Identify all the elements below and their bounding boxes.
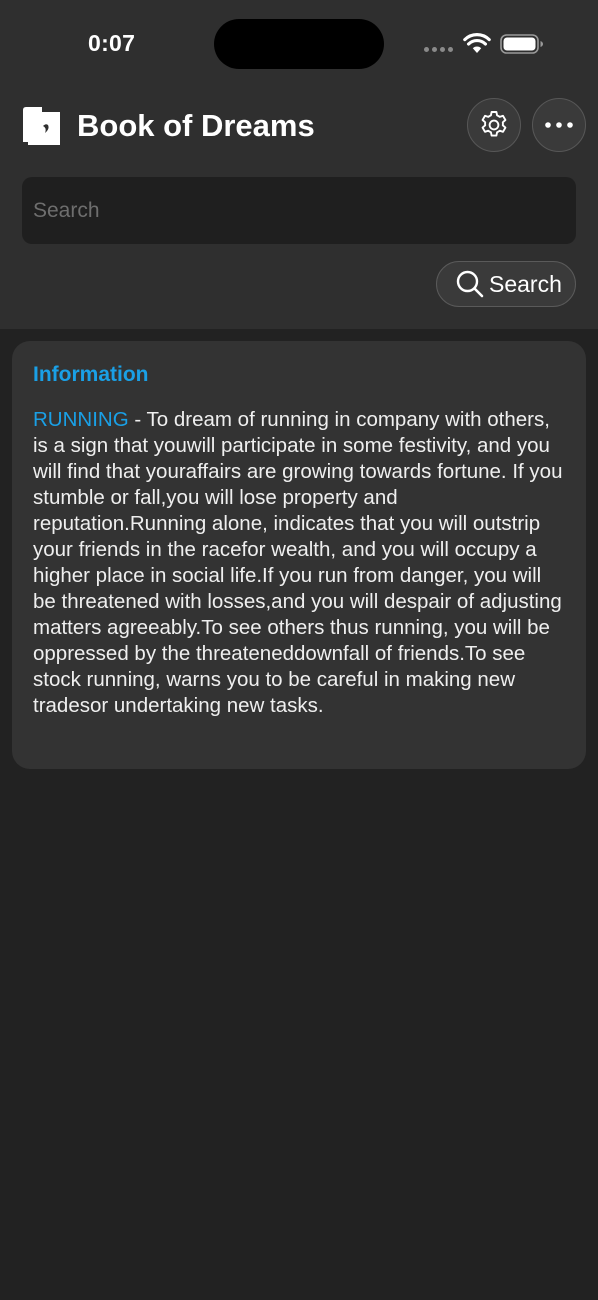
search-button[interactable]: Search [436,261,576,307]
header-area: 0:07 Book of Dreams Search Search [0,0,598,329]
dream-description: RUNNING - To dream of running in company… [33,407,565,719]
dynamic-island [214,19,384,69]
search-input[interactable] [22,177,576,244]
dream-keyword: RUNNING [33,408,129,431]
information-heading: Information [33,363,149,386]
settings-button[interactable] [467,98,521,152]
magnifier-icon [456,270,484,298]
information-card: Information RUNNING - To dream of runnin… [12,341,586,769]
cellular-signal-icon [424,47,453,52]
app-title: Book of Dreams [77,108,315,143]
keyword-separator: - [128,408,147,431]
app-screen: 0:07 Book of Dreams Search Search Inform… [0,0,598,1300]
moon-book-icon [23,107,60,145]
status-time: 0:07 [88,30,136,56]
wifi-icon [463,33,491,53]
battery-icon [500,34,543,54]
ellipsis-icon [545,122,573,128]
search-button-label: Search [489,271,562,297]
more-options-button[interactable] [532,98,586,152]
dream-text: To dream of running in company with othe… [33,408,563,717]
gear-icon [481,111,507,137]
